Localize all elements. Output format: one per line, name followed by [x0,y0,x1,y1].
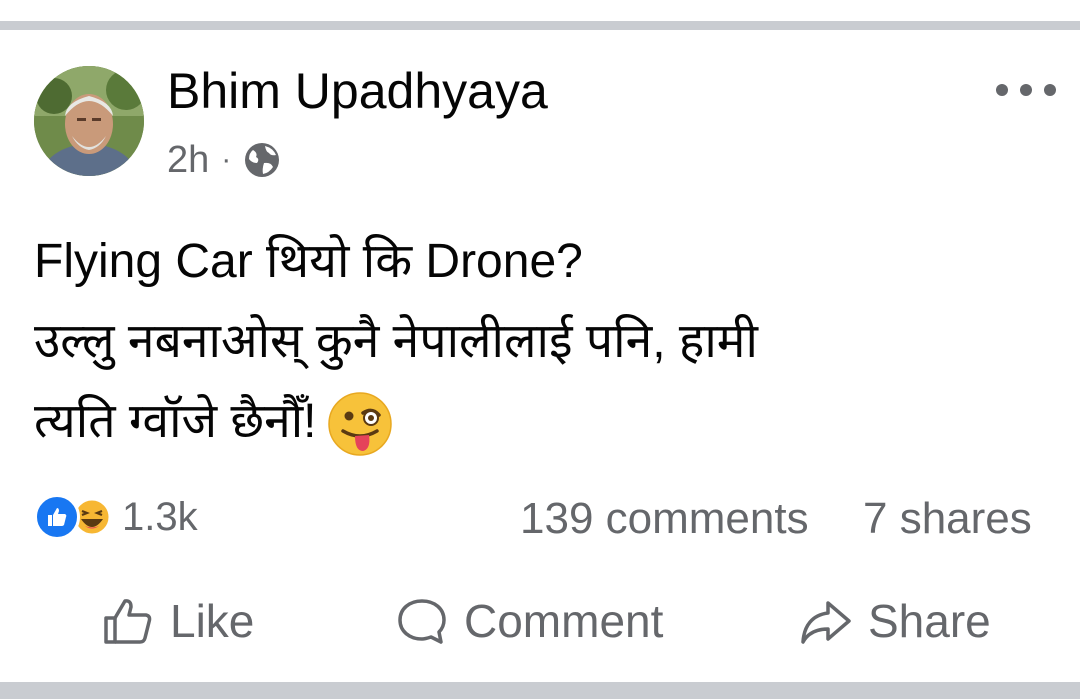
like-reaction-icon [34,494,80,540]
more-dot-icon [1020,84,1032,96]
more-dot-icon [1044,84,1056,96]
like-label: Like [170,595,255,647]
feed-divider-bottom [0,682,1080,699]
post-time[interactable]: 2h [167,139,209,182]
post-text-line: त्यति ग्वॉजे छैनौँ! [34,395,317,448]
post-meta: 2h · [167,138,281,182]
reaction-count: 1.3k [122,494,198,539]
post-text: Flying Car थियो कि Drone? उल्लु नबनाओस् … [34,222,1054,462]
shares-count[interactable]: 7 shares [863,494,1032,544]
post-text-line: उल्लु नबनाओस् कुनै नेपालीलाई पनि, हामी [34,315,758,368]
avatar-photo [34,66,144,176]
like-button[interactable]: Like [100,586,254,656]
share-label: Share [868,595,991,647]
reactions-summary[interactable]: 1.3k [34,492,198,542]
action-bar: Like Comment Share [0,586,1080,656]
globe-icon[interactable] [243,141,281,179]
meta-separator: · [221,143,232,176]
comments-count[interactable]: 139 comments [520,494,809,544]
comment-icon [398,599,446,644]
avatar[interactable] [34,66,144,176]
share-button[interactable]: Share [798,586,991,656]
share-icon [801,601,851,644]
thumbs-up-icon [48,508,67,526]
winking-face-with-tongue-icon [327,392,392,457]
post-text-line: Flying Car थियो कि Drone? [34,235,583,288]
comment-label: Comment [464,595,664,647]
like-icon [104,599,152,644]
more-dot-icon [996,84,1008,96]
author-name[interactable]: Bhim Upadhyaya [167,62,548,120]
feed-divider-top [0,0,1080,30]
post-text-line-last: त्यति ग्वॉजे छैनौँ! [34,382,1054,462]
more-options-button[interactable] [996,78,1056,102]
comment-button[interactable]: Comment [394,586,663,656]
